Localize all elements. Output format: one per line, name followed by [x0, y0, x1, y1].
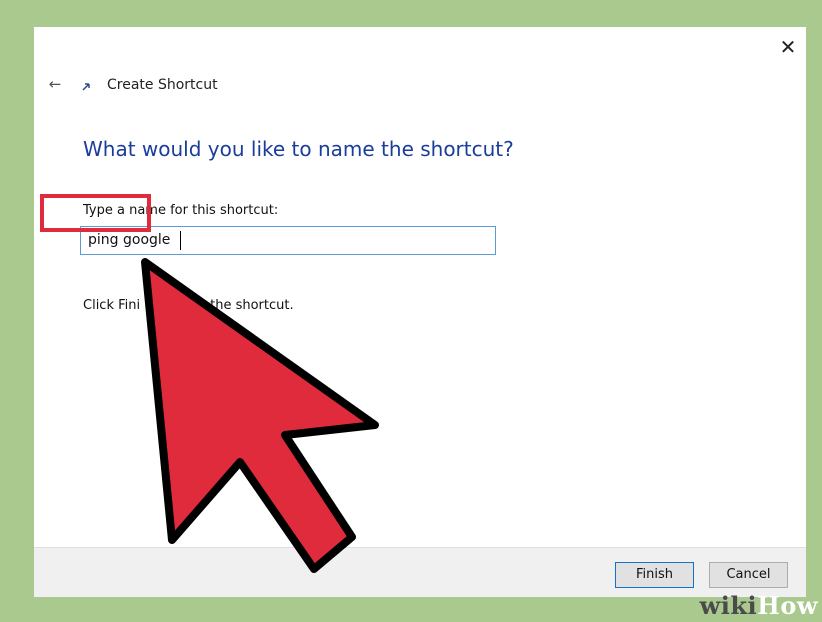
shortcut-icon	[82, 83, 90, 91]
wizard-title: Create Shortcut	[107, 77, 218, 93]
dialog-footer: Finish Cancel	[34, 547, 806, 597]
page-heading: What would you like to name the shortcut…	[83, 137, 514, 161]
create-shortcut-dialog: ✕ ← Create Shortcut What would you like …	[34, 27, 806, 597]
annotation-highlight-box	[40, 194, 151, 232]
watermark-wiki: wiki	[699, 591, 758, 620]
wikihow-watermark: wikiHow	[700, 591, 818, 620]
watermark-how: How	[757, 591, 818, 620]
shortcut-name-value: ping google	[88, 232, 171, 248]
text-caret	[180, 231, 181, 250]
cancel-button[interactable]: Cancel	[709, 562, 788, 588]
back-arrow-icon[interactable]: ←	[46, 76, 64, 92]
close-icon[interactable]: ✕	[778, 37, 798, 57]
instruction-text-start: Click Fini	[83, 298, 141, 313]
finish-button[interactable]: Finish	[615, 562, 694, 588]
instruction-text-end: the shortcut.	[210, 298, 294, 313]
instruction-text: Click Fini the shortcut.	[83, 298, 294, 313]
